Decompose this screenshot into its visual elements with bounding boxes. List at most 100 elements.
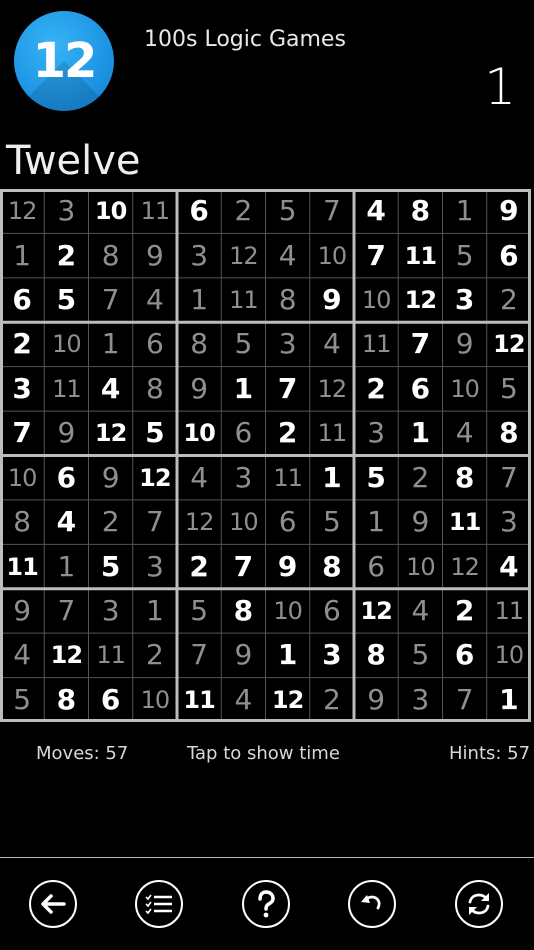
grid-cell[interactable]: 5 <box>221 322 265 366</box>
grid-cell[interactable]: 6 <box>89 678 133 722</box>
grid-cell[interactable]: 6 <box>310 589 354 633</box>
grid-cell[interactable]: 8 <box>266 278 310 322</box>
grid-cell[interactable]: 11 <box>266 456 310 500</box>
grid-cell[interactable]: 11 <box>0 544 44 588</box>
grid-cell[interactable]: 10 <box>310 233 354 277</box>
grid-cell[interactable]: 2 <box>266 411 310 455</box>
grid-cell[interactable]: 9 <box>44 411 88 455</box>
grid-cell[interactable]: 11 <box>354 322 398 366</box>
grid-cell[interactable]: 10 <box>443 367 487 411</box>
grid-cell[interactable]: 5 <box>398 633 442 677</box>
grid-cell[interactable]: 7 <box>0 411 44 455</box>
back-button[interactable] <box>29 880 77 928</box>
grid-cell[interactable]: 1 <box>310 456 354 500</box>
grid-cell[interactable]: 2 <box>0 322 44 366</box>
grid-cell[interactable]: 11 <box>221 278 265 322</box>
grid-cell[interactable]: 9 <box>177 367 221 411</box>
grid-cell[interactable]: 5 <box>487 367 531 411</box>
grid-cell[interactable]: 4 <box>89 367 133 411</box>
grid-cell[interactable]: 12 <box>398 278 442 322</box>
grid-cell[interactable]: 2 <box>133 633 177 677</box>
grid-cell[interactable]: 8 <box>487 411 531 455</box>
grid-cell[interactable]: 4 <box>177 456 221 500</box>
grid-cell[interactable]: 1 <box>177 278 221 322</box>
show-time-button[interactable]: Tap to show time <box>187 743 340 764</box>
grid-cell[interactable]: 11 <box>89 633 133 677</box>
grid-cell[interactable]: 12 <box>354 589 398 633</box>
grid-cell[interactable]: 8 <box>398 189 442 233</box>
grid-cell[interactable]: 2 <box>487 278 531 322</box>
grid-cell[interactable]: 8 <box>44 678 88 722</box>
grid-cell[interactable]: 10 <box>354 278 398 322</box>
grid-cell[interactable]: 9 <box>398 500 442 544</box>
grid-cell[interactable]: 3 <box>0 367 44 411</box>
grid-cell[interactable]: 12 <box>221 233 265 277</box>
grid-cell[interactable]: 5 <box>44 278 88 322</box>
grid-cell[interactable]: 4 <box>354 189 398 233</box>
grid-cell[interactable]: 7 <box>89 278 133 322</box>
grid-cell[interactable]: 3 <box>354 411 398 455</box>
grid-cell[interactable]: 11 <box>133 189 177 233</box>
grid-cell[interactable]: 6 <box>44 456 88 500</box>
grid-cell[interactable]: 2 <box>354 367 398 411</box>
grid-cell[interactable]: 12 <box>133 456 177 500</box>
grid-cell[interactable]: 10 <box>0 456 44 500</box>
grid-cell[interactable]: 12 <box>44 633 88 677</box>
grid-cell[interactable]: 2 <box>221 189 265 233</box>
grid-cell[interactable]: 6 <box>487 233 531 277</box>
grid-cell[interactable]: 3 <box>266 322 310 366</box>
grid-cell[interactable]: 7 <box>44 589 88 633</box>
grid-cell[interactable]: 9 <box>487 189 531 233</box>
grid-cell[interactable]: 4 <box>0 633 44 677</box>
grid-cell[interactable]: 3 <box>310 633 354 677</box>
grid-cell[interactable]: 1 <box>133 589 177 633</box>
grid-cell[interactable]: 7 <box>443 678 487 722</box>
grid-cell[interactable]: 5 <box>266 189 310 233</box>
grid-cell[interactable]: 4 <box>133 278 177 322</box>
grid-cell[interactable]: 9 <box>89 456 133 500</box>
grid-cell[interactable]: 3 <box>89 589 133 633</box>
grid-cell[interactable]: 10 <box>89 189 133 233</box>
grid-cell[interactable]: 4 <box>266 233 310 277</box>
grid-cell[interactable]: 5 <box>0 678 44 722</box>
grid-cell[interactable]: 3 <box>221 456 265 500</box>
grid-cell[interactable]: 7 <box>177 633 221 677</box>
grid-cell[interactable]: 9 <box>266 544 310 588</box>
grid-cell[interactable]: 6 <box>354 544 398 588</box>
undo-button[interactable] <box>348 880 396 928</box>
grid-cell[interactable]: 4 <box>44 500 88 544</box>
grid-cell[interactable]: 11 <box>398 233 442 277</box>
grid-cell[interactable]: 9 <box>0 589 44 633</box>
grid-cell[interactable]: 8 <box>443 456 487 500</box>
grid-cell[interactable]: 6 <box>398 367 442 411</box>
grid-cell[interactable]: 1 <box>398 411 442 455</box>
grid-cell[interactable]: 5 <box>177 589 221 633</box>
grid-cell[interactable]: 12 <box>266 678 310 722</box>
grid-cell[interactable]: 7 <box>310 189 354 233</box>
grid-cell[interactable]: 1 <box>221 367 265 411</box>
grid-cell[interactable]: 5 <box>89 544 133 588</box>
grid-cell[interactable]: 6 <box>266 500 310 544</box>
grid-cell[interactable]: 8 <box>221 589 265 633</box>
grid-cell[interactable]: 1 <box>266 633 310 677</box>
grid-cell[interactable]: 3 <box>443 278 487 322</box>
grid-cell[interactable]: 9 <box>133 233 177 277</box>
grid-cell[interactable]: 1 <box>487 678 531 722</box>
grid-cell[interactable]: 11 <box>310 411 354 455</box>
grid-cell[interactable]: 4 <box>398 589 442 633</box>
grid-cell[interactable]: 1 <box>0 233 44 277</box>
grid-cell[interactable]: 1 <box>354 500 398 544</box>
grid-cell[interactable]: 7 <box>398 322 442 366</box>
grid-cell[interactable]: 3 <box>44 189 88 233</box>
grid-cell[interactable]: 9 <box>221 633 265 677</box>
grid-cell[interactable]: 7 <box>354 233 398 277</box>
grid-cell[interactable]: 1 <box>89 322 133 366</box>
grid-cell[interactable]: 11 <box>177 678 221 722</box>
grid-cell[interactable]: 12 <box>177 500 221 544</box>
grid-cell[interactable]: 3 <box>177 233 221 277</box>
grid-cell[interactable]: 10 <box>44 322 88 366</box>
grid-cell[interactable]: 10 <box>177 411 221 455</box>
grid-cell[interactable]: 12 <box>310 367 354 411</box>
grid-cell[interactable]: 9 <box>354 678 398 722</box>
grid-cell[interactable]: 10 <box>266 589 310 633</box>
